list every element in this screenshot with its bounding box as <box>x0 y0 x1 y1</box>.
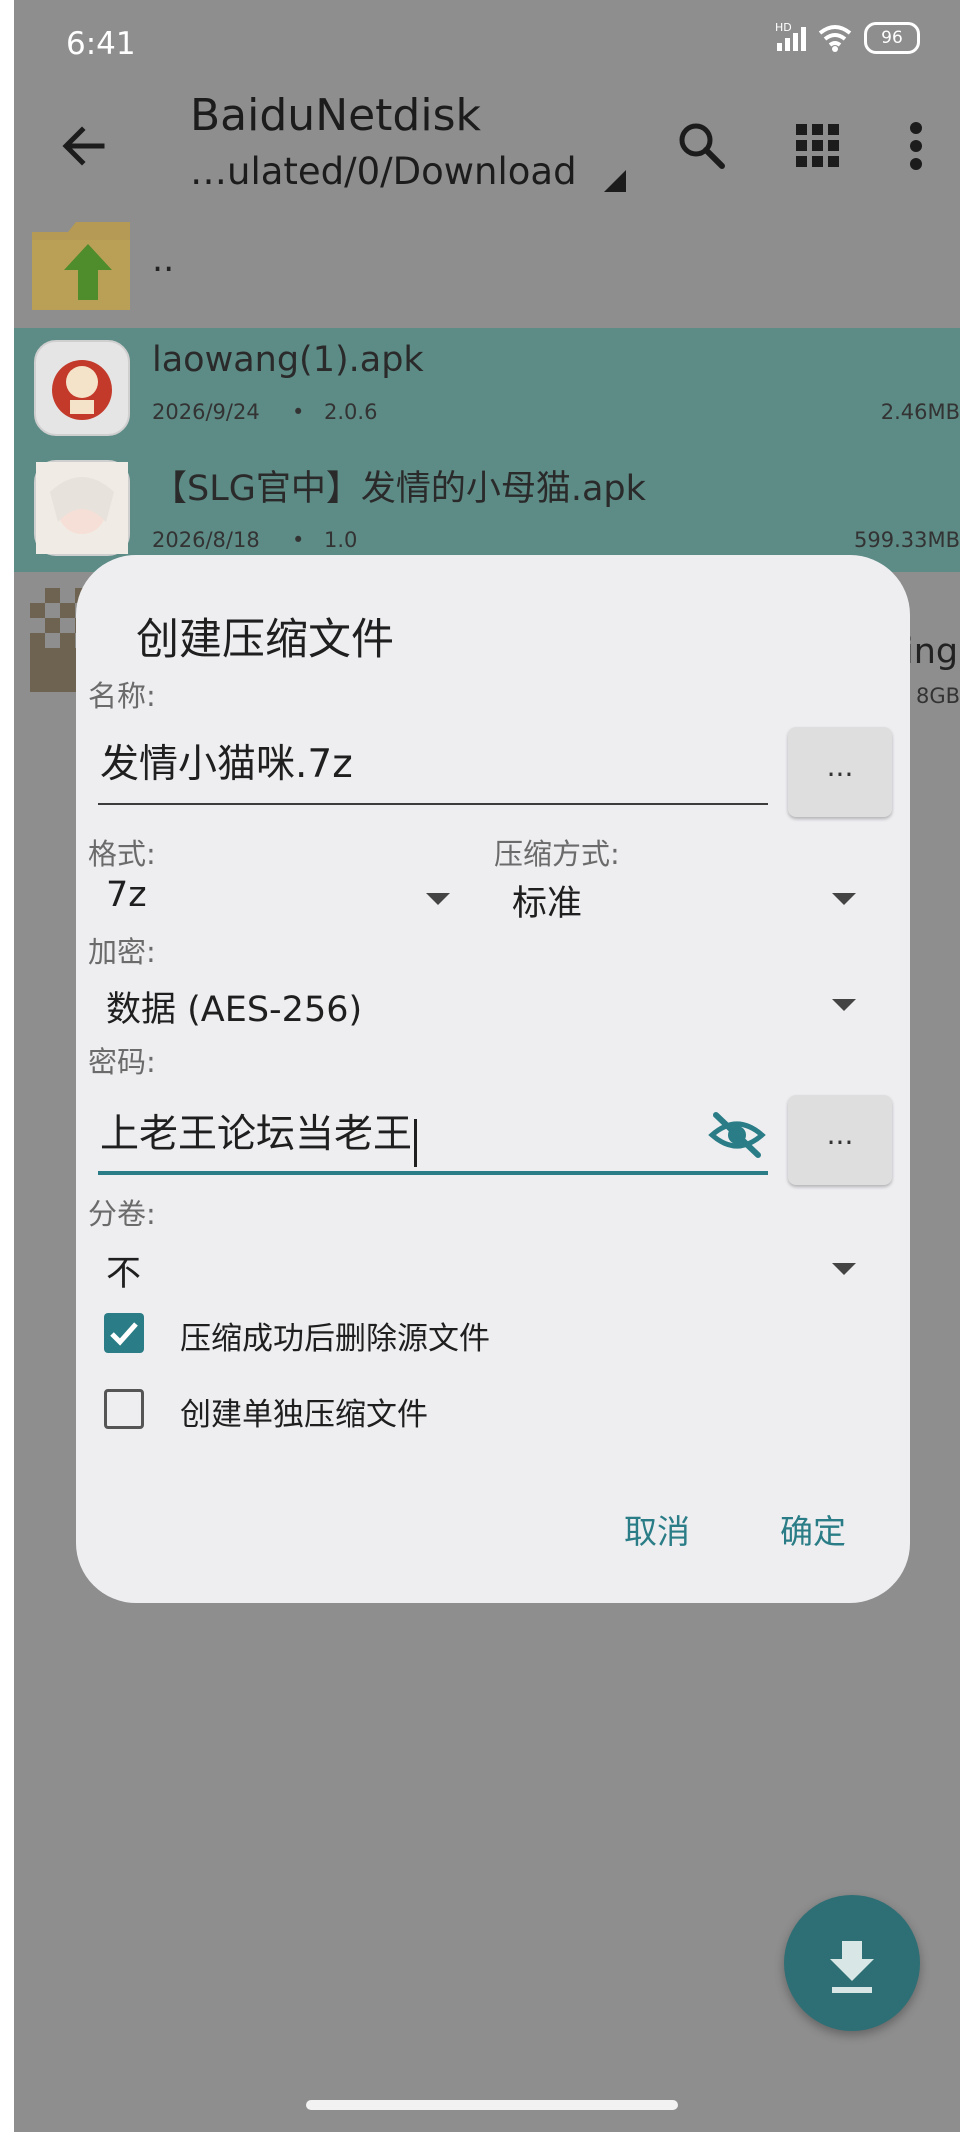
home-indicator[interactable] <box>306 2100 678 2110</box>
visibility-off-icon[interactable] <box>708 1111 766 1159</box>
file-size: 599.33MB <box>853 528 960 552</box>
extract-fab[interactable] <box>784 1895 920 2031</box>
dialog-title: 创建压缩文件 <box>136 615 394 665</box>
separate-archives-label[interactable]: 创建单独压缩文件 <box>180 1389 428 1434</box>
battery-indicator: 96 <box>864 22 920 54</box>
ok-button[interactable]: 确定 <box>780 1505 846 1553</box>
encryption-dropdown-icon[interactable] <box>832 999 856 1011</box>
meta-separator: • <box>292 528 305 552</box>
method-select[interactable]: 标准 <box>512 875 582 926</box>
method-label: 压缩方式: <box>494 837 620 871</box>
wifi-icon <box>818 25 852 52</box>
signal-tag: HD <box>775 21 792 34</box>
split-volume-dropdown-icon[interactable] <box>832 1263 856 1275</box>
encryption-label: 加密: <box>88 935 156 969</box>
encryption-select[interactable]: 数据 (AES-256) <box>106 981 362 1032</box>
slg-app-icon <box>36 462 128 554</box>
meta-separator: • <box>292 400 305 424</box>
parent-folder-label: .. <box>152 240 175 280</box>
list-item[interactable]: laowang(1).apk 2026/9/24 • 2.0.6 2.46MB <box>14 328 960 450</box>
back-arrow-icon[interactable] <box>54 116 114 176</box>
toolbar-path[interactable]: …ulated/0/Download <box>190 150 577 193</box>
cancel-button[interactable]: 取消 <box>624 1505 690 1553</box>
split-volume-select[interactable]: 不 <box>106 1245 141 1296</box>
download-icon <box>830 1941 874 1993</box>
method-dropdown-icon[interactable] <box>832 893 856 905</box>
format-dropdown-icon[interactable] <box>426 893 450 905</box>
status-icons: HD 96 <box>775 21 920 54</box>
file-name: laowang(1).apk <box>152 340 424 380</box>
text-cursor <box>414 1118 418 1167</box>
folder-up-icon <box>32 222 130 310</box>
separate-archives-checkbox[interactable] <box>104 1389 144 1429</box>
archive-name-input[interactable]: 发情小猫咪.7z <box>100 733 353 789</box>
format-label: 格式: <box>88 837 156 871</box>
delete-source-checkbox[interactable] <box>104 1313 144 1353</box>
file-size: 2.46MB <box>880 400 960 424</box>
file-version: 2.0.6 <box>324 400 378 424</box>
screen: 6:41 HD 96 BaiduNetdisk …ulated/0/Downlo… <box>14 0 960 2132</box>
laowang-app-icon <box>52 360 112 420</box>
create-archive-dialog: 创建压缩文件 名称: 发情小猫咪.7z ... 格式: 压缩方式: 7z 标准 … <box>76 555 910 1603</box>
name-input-underline <box>98 803 768 805</box>
path-dropdown-icon[interactable] <box>604 170 626 192</box>
signal-icon: HD <box>775 21 806 51</box>
file-version: 1.0 <box>324 528 358 552</box>
split-volume-label: 分卷: <box>88 1197 156 1231</box>
file-name-fragment: ing <box>904 632 959 672</box>
app-icon <box>34 460 130 556</box>
password-input-underline <box>98 1171 768 1175</box>
format-select[interactable]: 7z <box>106 875 147 915</box>
password-label: 密码: <box>88 1045 156 1079</box>
file-date: 2026/8/18 <box>152 528 260 552</box>
delete-source-label[interactable]: 压缩成功后删除源文件 <box>180 1313 490 1358</box>
list-item[interactable]: 【SLG官中】发情的小母猫.apk 2026/8/18 • 1.0 599.33… <box>14 450 960 572</box>
search-icon[interactable] <box>674 118 730 174</box>
password-options-button[interactable]: ... <box>788 1095 892 1185</box>
file-size-fragment: 8GB <box>915 684 960 708</box>
more-options-icon[interactable] <box>898 118 934 174</box>
password-input[interactable]: 上老王论坛当老王 <box>100 1103 418 1167</box>
browse-name-button[interactable]: ... <box>788 727 892 817</box>
file-name: 【SLG官中】发情的小母猫.apk <box>152 469 646 509</box>
status-clock: 6:41 <box>66 26 136 62</box>
name-label: 名称: <box>88 679 156 713</box>
status-bar: 6:41 HD 96 <box>14 0 960 90</box>
app-toolbar: BaiduNetdisk …ulated/0/Download <box>14 90 960 210</box>
check-icon <box>110 1322 138 1346</box>
toolbar-title: BaiduNetdisk <box>190 90 481 141</box>
grid-view-icon[interactable] <box>790 118 846 174</box>
password-text: 上老王论坛当老王 <box>100 1112 413 1157</box>
list-item-parent-folder[interactable]: .. <box>14 212 960 322</box>
file-date: 2026/9/24 <box>152 400 260 424</box>
app-icon <box>34 340 130 436</box>
